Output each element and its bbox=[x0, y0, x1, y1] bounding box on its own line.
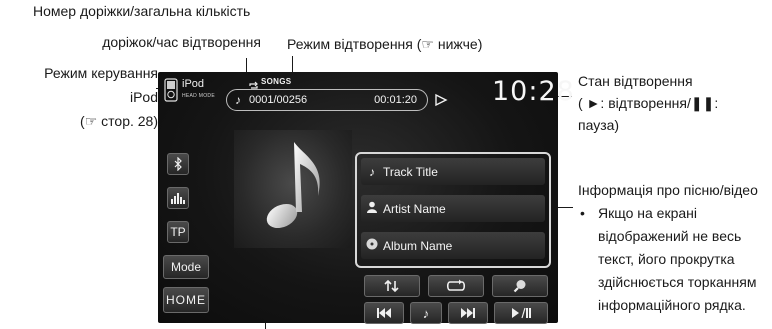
home-button[interactable]: HOME bbox=[163, 287, 209, 313]
album-name: Album Name bbox=[383, 238, 453, 253]
artist-row[interactable]: Artist Name bbox=[361, 195, 545, 222]
annotation-song-info-line3: текст, його прокрутка bbox=[598, 251, 735, 267]
cd-icon bbox=[361, 238, 383, 253]
track-info-bar[interactable]: ♪ 0001/00256 00:01:20 bbox=[226, 89, 428, 111]
annotation-song-info-line2: відображений не весь bbox=[598, 228, 742, 244]
equalizer-icon bbox=[171, 193, 185, 204]
annotation-playback-status: Стан відтворення ( ►: відтворення/❚❚: па… bbox=[578, 70, 718, 136]
tp-button[interactable]: TP bbox=[167, 221, 189, 243]
music-note-icon: ♪ bbox=[235, 93, 241, 107]
music-note-icon bbox=[266, 142, 320, 229]
music-note-button[interactable]: ♪ bbox=[410, 302, 442, 324]
search-button[interactable] bbox=[492, 275, 548, 297]
annotation-status-line1: Стан відтворення bbox=[578, 73, 693, 89]
annotation-ipod-mode: Режим керування iPod (☞ стор. 28) bbox=[6, 61, 158, 133]
play-icon bbox=[434, 93, 448, 107]
search-icon bbox=[513, 280, 526, 293]
bluetooth-icon bbox=[174, 157, 182, 171]
next-track-button[interactable] bbox=[448, 302, 488, 324]
annotation-status-line2: ( ►: відтворення/❚❚: bbox=[578, 95, 719, 111]
shuffle-sort-icon bbox=[384, 279, 399, 293]
album-art bbox=[234, 130, 352, 248]
annotation-song-info-line1: Якщо на екрані bbox=[598, 205, 698, 221]
repeat-icon bbox=[248, 77, 259, 89]
previous-track-icon bbox=[377, 308, 391, 318]
artist-name: Artist Name bbox=[383, 201, 446, 216]
play-pause-icon bbox=[512, 307, 531, 319]
annotation-playback-mode: Режим відтворення (☞ нижче) bbox=[287, 36, 483, 52]
annotation-ipod-mode-line1: Режим керування bbox=[44, 65, 158, 81]
repeat-icon bbox=[446, 279, 466, 291]
bluetooth-button[interactable] bbox=[167, 153, 189, 175]
play-time: 00:01:20 bbox=[374, 94, 417, 106]
next-track-icon bbox=[461, 308, 475, 318]
song-info-panel: ♪ Track Title Artist Name Album Name bbox=[355, 152, 551, 268]
annotation-song-info-line5: інформаційного рядка. bbox=[598, 297, 746, 313]
ipod-device-icon[interactable] bbox=[164, 78, 178, 102]
annotation-ipod-mode-line2: iPod bbox=[129, 89, 158, 105]
music-note-icon: ♪ bbox=[422, 305, 430, 321]
mode-button[interactable]: Mode bbox=[163, 255, 209, 279]
device-screen: iPod HEAD MODE SONGS ♪ 0001/00256 00:01:… bbox=[158, 72, 574, 324]
annotation-song-info-title: Інформація про пісню/відео bbox=[578, 182, 758, 198]
previous-track-button[interactable] bbox=[364, 302, 404, 324]
annotation-track-info: Номер доріжки/загальна кількість доріжок… bbox=[33, 3, 261, 51]
annotation-song-info-bullet: • bbox=[580, 205, 585, 221]
annotation-ipod-mode-line3: (☞ стор. 28) bbox=[80, 113, 158, 129]
annotation-song-info-line4: здійснюється торканням bbox=[598, 274, 757, 290]
repeat-mode-label: SONGS bbox=[261, 77, 292, 86]
track-title: Track Title bbox=[383, 164, 438, 179]
annotation-track-info-line2: доріжок/час відтворення bbox=[102, 34, 261, 50]
album-row[interactable]: Album Name bbox=[361, 232, 545, 259]
head-mode-label: HEAD MODE bbox=[182, 93, 215, 99]
person-icon bbox=[361, 201, 383, 216]
annotation-track-info-line1: Номер доріжки/загальна кількість bbox=[33, 3, 251, 19]
annotation-song-info: Інформація про пісню/відео • Якщо на екр… bbox=[578, 179, 758, 317]
music-note-icon: ♪ bbox=[369, 164, 375, 179]
repeat-button[interactable] bbox=[428, 275, 484, 297]
shuffle-sort-button[interactable] bbox=[364, 275, 420, 297]
track-counter: 0001/00256 bbox=[249, 94, 308, 106]
ipod-label: iPod bbox=[182, 78, 205, 90]
annotation-status-line3: пауза) bbox=[578, 117, 620, 133]
track-title-row[interactable]: ♪ Track Title bbox=[361, 158, 545, 185]
equalizer-button[interactable] bbox=[167, 187, 189, 209]
clock: 10:28 bbox=[492, 76, 575, 107]
play-pause-button[interactable] bbox=[494, 302, 548, 324]
